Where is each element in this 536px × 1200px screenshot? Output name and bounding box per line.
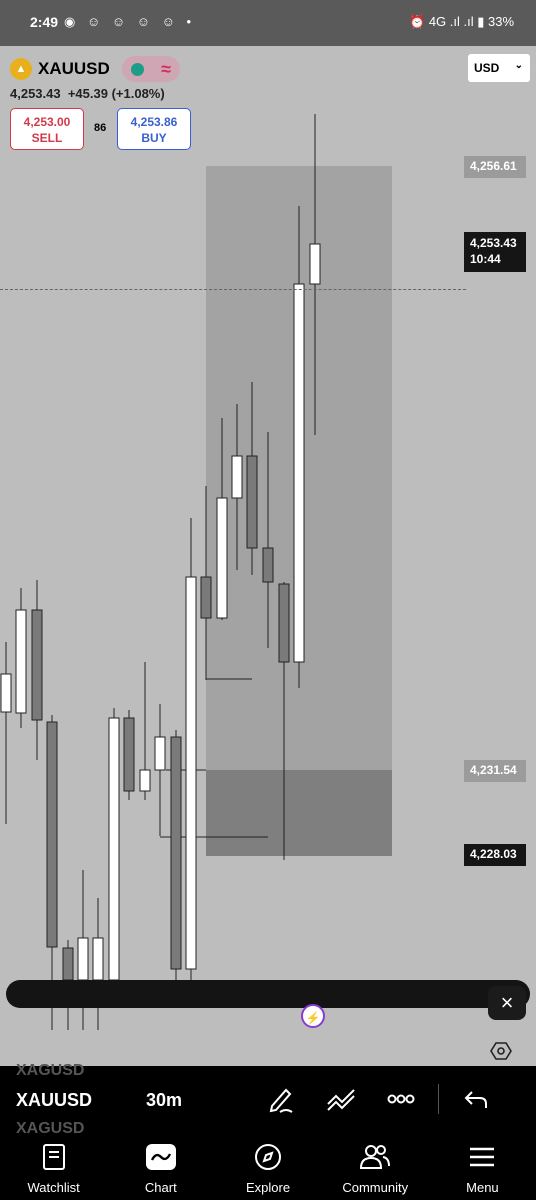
wave-icon: ≈ <box>161 58 171 79</box>
nav-label: Menu <box>466 1180 499 1195</box>
candle <box>139 662 151 800</box>
price-label-zone-top: 4,231.54 <box>464 760 526 782</box>
demand-zone <box>206 770 392 856</box>
prev-symbol-ghost: XAGUSD <box>16 1062 85 1079</box>
sell-price: 4,253.00 <box>23 115 71 129</box>
last-price: 4,253.43 <box>10 86 61 101</box>
nav-label: Watchlist <box>27 1180 80 1195</box>
chevron-down-icon: ⌄ <box>514 60 523 71</box>
status-time: 2:49 <box>30 14 59 30</box>
nav-menu[interactable]: Menu <box>429 1134 536 1200</box>
buy-button[interactable]: 4,253.86 BUY <box>117 108 191 150</box>
people-icon <box>360 1145 391 1169</box>
candle <box>0 642 12 824</box>
nav-chart[interactable]: Chart <box>107 1134 214 1200</box>
price-label-high: 4,256.61 <box>464 156 526 178</box>
symbol-header[interactable]: ▲ XAUUSD ≈ <box>10 56 180 82</box>
price-label-zone-bottom: 4,228.03 <box>464 844 526 866</box>
chart-toolbar: XAGUSD XAUUSD 30m XAGUSD <box>0 1062 536 1137</box>
price-change: +45.39 (+1.08%) <box>67 86 165 101</box>
market-open-icon <box>130 62 144 76</box>
compass-icon <box>255 1144 281 1170</box>
bottom-navigation: Watchlist Chart Explore Community Menu <box>0 1134 536 1200</box>
undo-icon[interactable] <box>462 1084 492 1114</box>
current-price: 4,253.43 <box>470 236 517 250</box>
book-icon <box>42 1144 65 1170</box>
chart-icon <box>145 1144 176 1170</box>
nav-label: Chart <box>144 1180 177 1195</box>
system-indicators: ⏰ 4G .ıl .ıl ▮ 33% <box>409 14 514 29</box>
settings-hex-icon[interactable] <box>490 1040 512 1062</box>
buy-price: 4,253.86 <box>130 115 178 129</box>
candle <box>123 710 135 800</box>
toolbar-symbol[interactable]: XAUUSD <box>16 1090 92 1111</box>
buy-label: BUY <box>141 131 167 145</box>
nav-label: Community <box>342 1180 409 1195</box>
candle <box>108 708 120 981</box>
pen-icon[interactable] <box>266 1084 296 1114</box>
price-label-current: 4,253.43 10:44 <box>464 232 526 272</box>
candle <box>154 704 166 836</box>
candle <box>15 588 27 728</box>
candle <box>92 898 104 1030</box>
sell-label: SELL <box>31 131 63 145</box>
menu-icon <box>470 1147 495 1167</box>
spread-value: 86 <box>94 122 107 134</box>
candle <box>185 518 197 980</box>
currency-select[interactable]: USD ⌄ <box>468 54 530 82</box>
nav-community[interactable]: Community <box>322 1134 429 1200</box>
chart-canvas[interactable] <box>0 46 536 1066</box>
currency-value: USD <box>474 61 500 75</box>
candle-countdown: 10:44 <box>470 252 501 266</box>
current-price-line <box>0 289 466 290</box>
candlestick-chart[interactable] <box>0 46 536 1066</box>
nav-explore[interactable]: Explore <box>214 1134 321 1200</box>
indicators-icon[interactable] <box>326 1084 356 1114</box>
more-icon[interactable] <box>386 1084 416 1114</box>
flash-icon[interactable]: ⚡ <box>301 1004 325 1028</box>
nav-watchlist[interactable]: Watchlist <box>0 1134 107 1200</box>
sell-button[interactable]: 4,253.00 SELL <box>10 108 84 150</box>
notification-icons: ◉ ☺ ☺ ☺ ☺ • <box>64 14 196 29</box>
nav-label: Explore <box>245 1180 291 1195</box>
toolbar-timeframe[interactable]: 30m <box>146 1090 182 1111</box>
close-icon[interactable]: × <box>488 986 526 1020</box>
symbol-name: XAUUSD <box>38 59 110 78</box>
candle <box>170 730 182 980</box>
gold-logo-icon: ▲ <box>10 58 32 80</box>
price-summary: 4,253.43 +45.39 (+1.08%) <box>10 86 165 101</box>
status-bar: 2:49 ◉ ☺ ☺ ☺ ☺ • ⏰ 4G .ıl .ıl ▮ 33% <box>0 0 536 46</box>
toolbar-divider <box>438 1084 439 1114</box>
chart-scroll-bar[interactable] <box>6 980 530 1008</box>
candle <box>31 580 43 760</box>
market-status-pill[interactable]: ≈ <box>121 56 180 82</box>
